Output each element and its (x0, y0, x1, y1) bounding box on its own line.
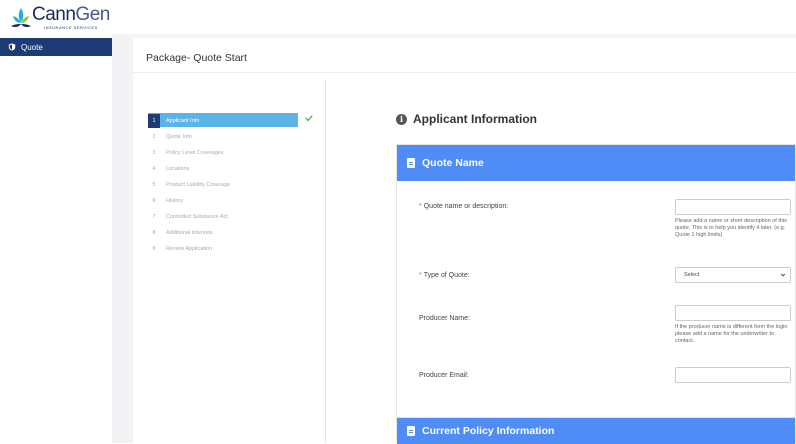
step-additional-interests[interactable]: 8 Additional Interests (148, 225, 320, 241)
shield-icon (8, 43, 16, 51)
info-icon: i (396, 113, 407, 125)
required-mark: * (419, 203, 422, 210)
step-number: 3 (152, 150, 156, 156)
producer-name-input[interactable] (675, 305, 791, 321)
page-title: Package- Quote Start (146, 52, 247, 64)
step-number: 7 (152, 214, 156, 220)
step-number: 5 (152, 182, 156, 188)
step-label: Review Application (166, 246, 213, 252)
step-label: Locations (166, 166, 190, 172)
step-review-application[interactable]: 9 Review Application (148, 241, 320, 257)
producer-name-label: Producer Name: (419, 315, 470, 322)
top-bar: CannGen INSURANCE SERVICES (0, 0, 796, 34)
step-policy-level-coverages[interactable]: 3 Policy Level Coverages (148, 145, 320, 161)
required-mark: * (419, 272, 422, 279)
quote-name-panel: Quote Name * Quote name or description: P… (396, 144, 796, 420)
step-label: Controlled Substance Act (166, 214, 228, 220)
step-label: Applicant Info (166, 118, 200, 124)
brand-name-part2: Gen (75, 4, 110, 25)
producer-email-input[interactable] (675, 367, 791, 383)
step-applicant-info[interactable]: 1 Applicant Info (148, 113, 320, 129)
cenngen-logo[interactable]: CannGen INSURANCE SERVICES (6, 4, 116, 32)
document-icon (407, 426, 415, 436)
panel-title: Current Policy Information (422, 425, 555, 437)
brand-name: CannGen (32, 4, 110, 26)
quote-name-label: * Quote name or description: (419, 203, 508, 210)
panel-header: Current Policy Information (397, 418, 795, 444)
step-number: 4 (152, 166, 156, 172)
producer-email-label: Producer Email: (419, 372, 469, 379)
sidebar-item-quote[interactable]: Quote (0, 38, 112, 56)
sidebar: Quote (0, 34, 112, 443)
step-number: 6 (152, 198, 156, 204)
brand-subtitle: INSURANCE SERVICES (44, 25, 98, 30)
section-heading: i Applicant Information (396, 112, 537, 126)
quote-name-label-text: Quote name or description: (423, 203, 509, 210)
step-controlled-substance-act[interactable]: 7 Controlled Substance Act (148, 209, 320, 225)
producer-name-help: If the producer name is different form t… (675, 324, 788, 344)
step-product-liability-coverage[interactable]: 5 Product Liability Coverage (148, 177, 320, 193)
document-icon (407, 158, 415, 168)
brand-name-part1: Cann (32, 4, 76, 25)
step-quote-info[interactable]: 2 Quote Info (148, 129, 320, 145)
step-label: Additional Interests (166, 230, 213, 236)
step-label: Product Liability Coverage (166, 182, 231, 188)
step-number: 2 (152, 134, 156, 140)
step-number: 9 (152, 246, 156, 252)
leaf-logo-icon (11, 8, 31, 28)
section-heading-text: Applicant Information (413, 112, 537, 126)
quote-type-label-text: Type of Quote: (423, 272, 470, 279)
checkmark-icon (305, 115, 313, 122)
step-label: Quote Info (166, 134, 192, 140)
step-list: 1 Applicant Info 2 Quote Info 3 Policy L… (148, 113, 320, 257)
current-policy-panel: Current Policy Information (396, 417, 796, 444)
step-label: Policy Level Coverages (166, 150, 224, 156)
quote-type-label: * Type of Quote: (419, 272, 470, 279)
sidebar-item-label: Quote (21, 42, 43, 52)
step-locations[interactable]: 4 Locations (148, 161, 320, 177)
step-number: 8 (152, 230, 156, 236)
step-number: 1 (148, 114, 160, 128)
quote-name-input[interactable] (675, 199, 791, 215)
quote-type-select[interactable]: Select (675, 267, 791, 283)
panel-title: Quote Name (422, 157, 484, 169)
quote-name-help: Please add a name or short description o… (675, 218, 787, 238)
panel-header: Quote Name (397, 145, 795, 181)
chevron-down-icon (780, 273, 786, 277)
divider (133, 72, 796, 73)
quote-type-selected: Select (684, 272, 700, 278)
step-label: History (166, 198, 184, 204)
step-history[interactable]: 6 History (148, 193, 320, 209)
